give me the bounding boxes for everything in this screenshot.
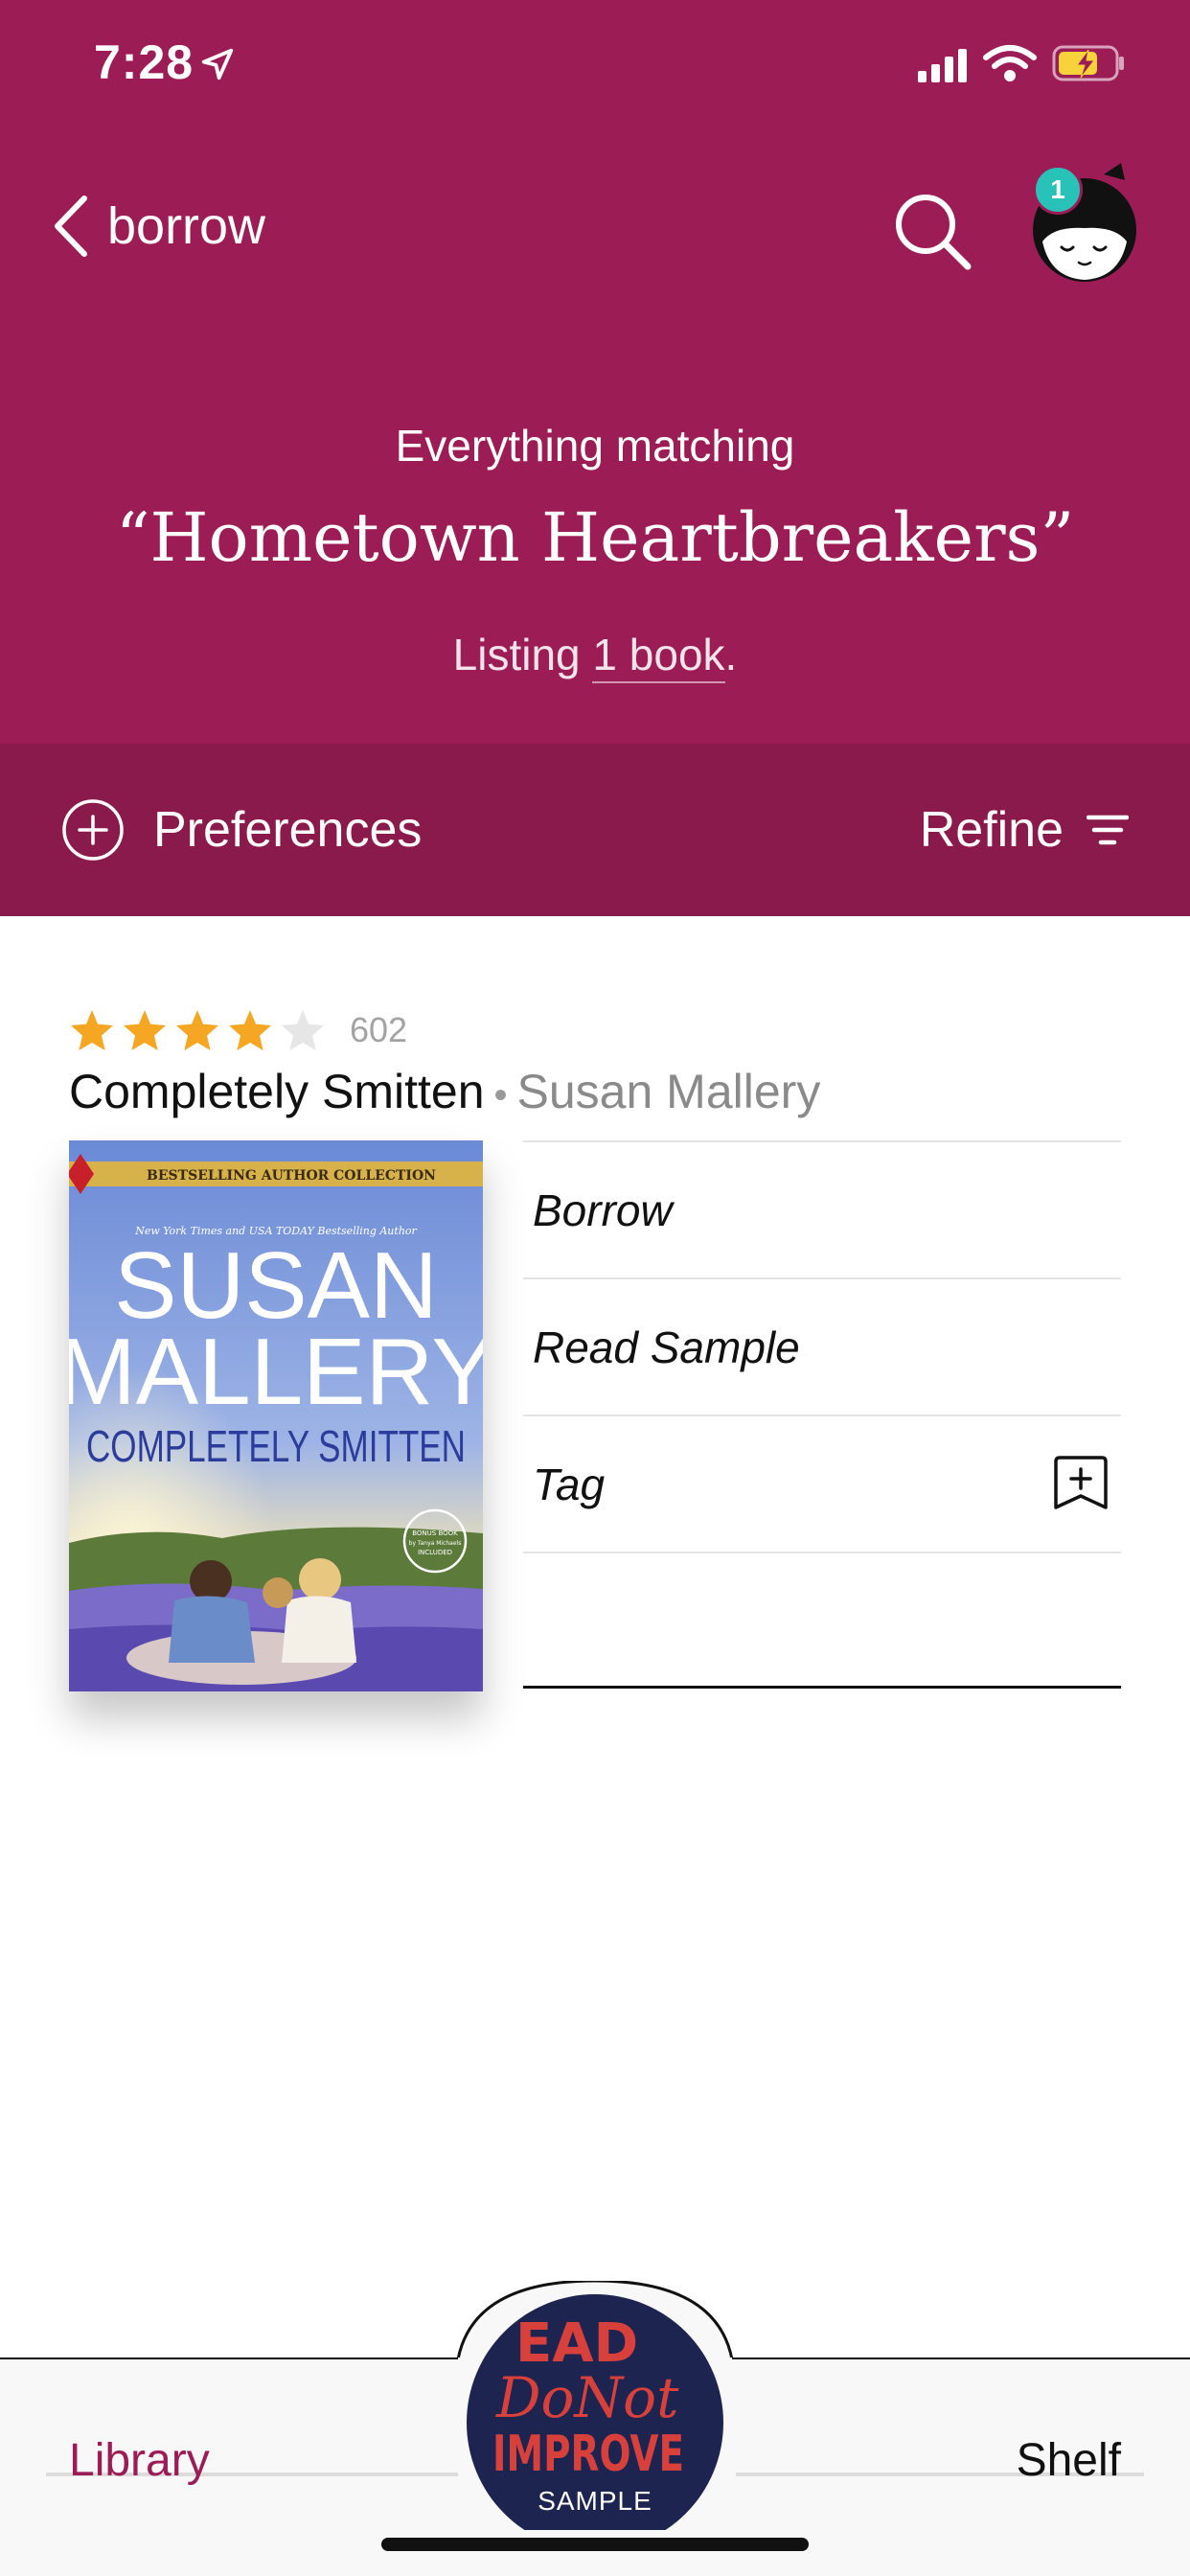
rating-count: 602 bbox=[350, 1010, 408, 1049]
star-filled-icon bbox=[71, 1010, 113, 1050]
listing-suffix: . bbox=[724, 630, 738, 679]
home-indicator[interactable] bbox=[381, 2538, 809, 2551]
cover-seal-line-2: by Tanya Michaels bbox=[409, 1540, 462, 1547]
star-filled-icon bbox=[176, 1010, 218, 1050]
cover-title: COMPLETELY SMITTEN bbox=[86, 1421, 466, 1471]
cover-seal-line-1: BONUS BOOK bbox=[412, 1530, 458, 1537]
book-cover[interactable]: BESTSELLING AUTHOR COLLECTION New York T… bbox=[69, 1140, 483, 1691]
listing-prefix: Listing bbox=[452, 630, 593, 679]
sample-art-text-3: IMPROVE bbox=[492, 2426, 684, 2483]
status-bar: 7:28 bbox=[0, 0, 1190, 125]
back-label: borrow bbox=[107, 197, 266, 255]
read-sample-label: Read Sample bbox=[533, 1322, 800, 1372]
plus-circle-icon bbox=[62, 799, 124, 861]
book-actions: Borrow Read Sample Tag bbox=[523, 1140, 1121, 1689]
book-title[interactable]: Completely Smitten bbox=[69, 1065, 485, 1118]
cover-seal-line-3: INCLUDED bbox=[418, 1549, 452, 1556]
preferences-button[interactable]: Preferences bbox=[61, 794, 422, 866]
listing-count-link[interactable]: 1 book bbox=[592, 630, 725, 683]
profile-avatar-button[interactable]: 1 bbox=[1025, 161, 1140, 286]
search-query-title: “Hometown Heartbreakers” bbox=[115, 498, 1075, 577]
listing-summary: Listing 1 book. bbox=[0, 629, 1190, 683]
back-button[interactable]: borrow bbox=[52, 188, 265, 264]
cellular-signal-icon bbox=[918, 49, 967, 82]
tag-button[interactable]: Tag bbox=[523, 1414, 1121, 1552]
star-filled-icon bbox=[124, 1010, 166, 1050]
refine-label: Refine bbox=[919, 802, 1064, 858]
borrow-label: Borrow bbox=[533, 1184, 673, 1235]
battery-charging-icon bbox=[1052, 45, 1124, 81]
add-tag-icon bbox=[1054, 1455, 1108, 1509]
star-empty-icon bbox=[282, 1010, 324, 1050]
book-cover-art: BESTSELLING AUTHOR COLLECTION New York T… bbox=[69, 1140, 483, 1691]
location-arrow-icon bbox=[201, 48, 234, 80]
cover-banner-text: BESTSELLING AUTHOR COLLECTION bbox=[147, 1168, 436, 1184]
status-time: 7:28 bbox=[94, 35, 195, 89]
title-author-separator: • bbox=[493, 1074, 508, 1116]
sample-book-button[interactable]: EAD DoNot IMPROVE SAMPLE bbox=[454, 2279, 736, 2551]
preferences-label: Preferences bbox=[153, 802, 423, 858]
star-filled-icon bbox=[229, 1010, 271, 1050]
nav-shelf-tab[interactable]: Shelf bbox=[1017, 2434, 1121, 2487]
refine-button[interactable]: Refine bbox=[920, 794, 1129, 866]
book-heading[interactable]: Completely Smitten • Susan Mallery bbox=[69, 1064, 820, 1119]
search-icon[interactable] bbox=[889, 188, 975, 274]
book-author[interactable]: Susan Mallery bbox=[517, 1065, 821, 1118]
star-rating: 602 bbox=[69, 1008, 407, 1052]
read-sample-button[interactable]: Read Sample bbox=[523, 1277, 1121, 1414]
filter-lines-icon bbox=[1087, 815, 1129, 845]
tag-label: Tag bbox=[533, 1459, 606, 1509]
wifi-icon bbox=[983, 45, 1037, 81]
header: 7:28 borrow 1 Everything matching “Homet… bbox=[0, 0, 1190, 744]
sample-art-text-2: DoNot bbox=[495, 2365, 679, 2430]
results-caption: Everything matching bbox=[395, 421, 795, 471]
action-row-spacer bbox=[523, 1552, 1121, 1689]
chevron-left-icon bbox=[55, 196, 87, 257]
filter-toolbar: Preferences Refine bbox=[0, 744, 1190, 916]
borrow-button[interactable]: Borrow bbox=[523, 1140, 1121, 1277]
sample-label: SAMPLE bbox=[538, 2486, 652, 2516]
cover-author-line-2: MALLERY bbox=[69, 1319, 483, 1424]
notification-badge: 1 bbox=[1033, 165, 1083, 215]
nav-library-tab[interactable]: Library bbox=[69, 2434, 210, 2487]
